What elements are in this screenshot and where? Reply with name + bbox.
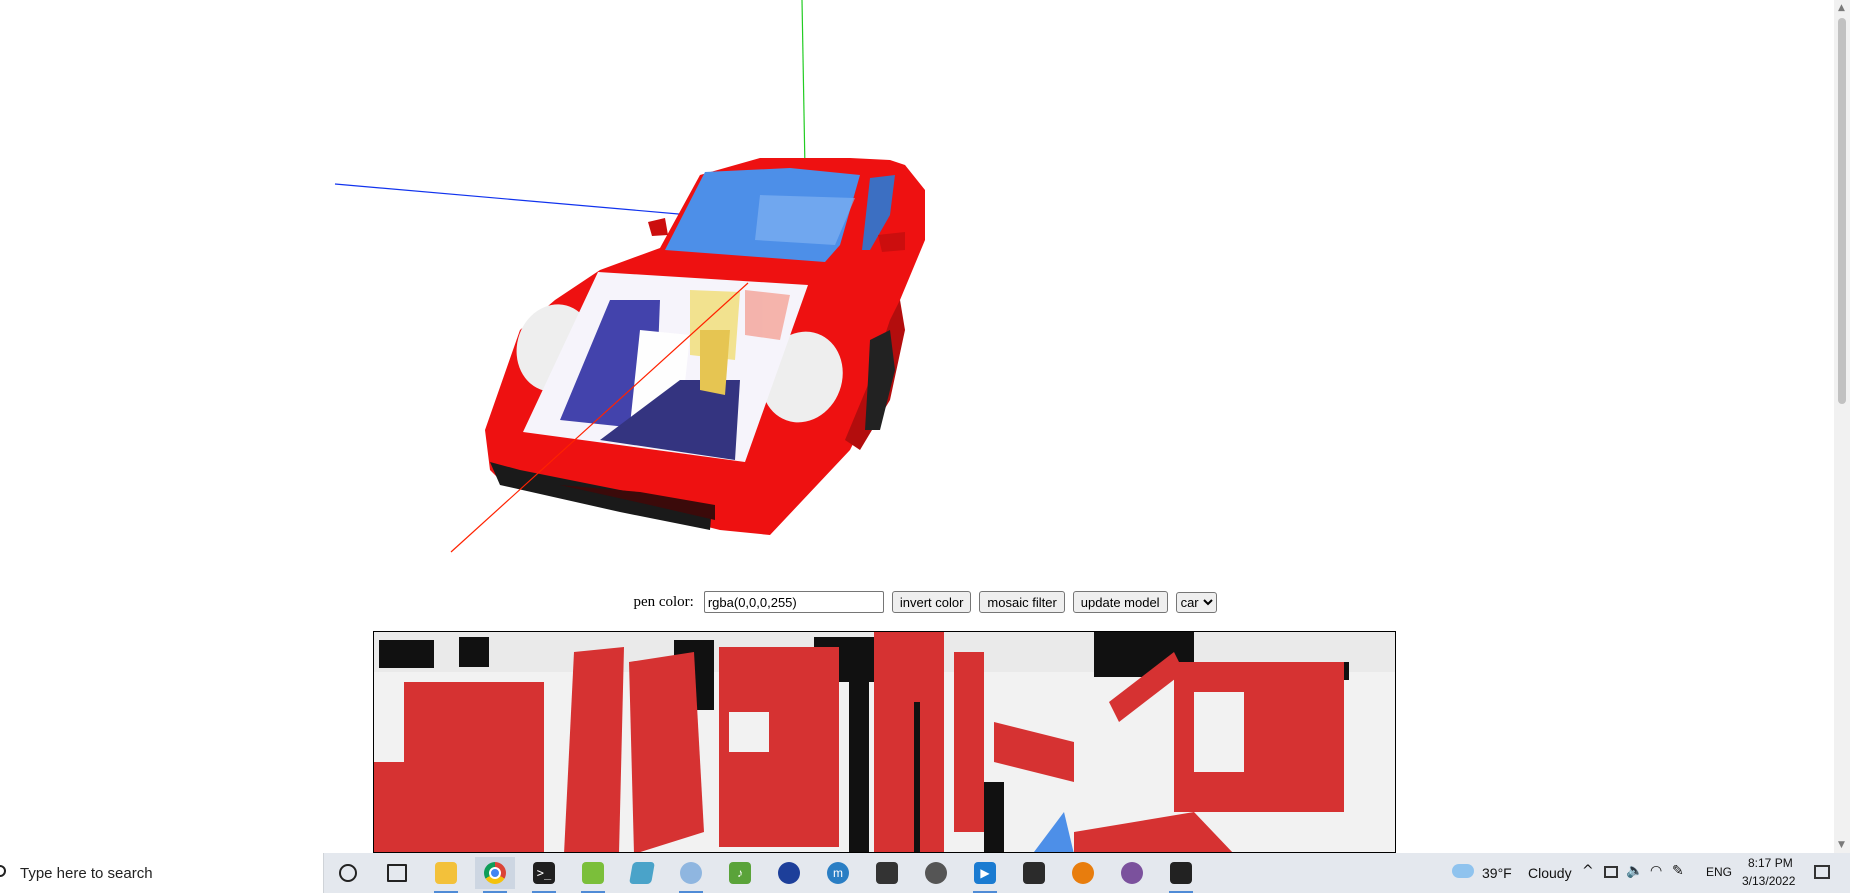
scrollbar-thumb[interactable] — [1838, 18, 1846, 404]
pen-color-label: pen color: — [633, 593, 694, 610]
console-icon[interactable] — [1014, 857, 1054, 889]
viber-icon[interactable] — [1112, 857, 1152, 889]
tex-patch — [564, 647, 624, 852]
camera-icon[interactable] — [867, 857, 907, 889]
car-model — [485, 158, 925, 535]
weather-temp[interactable]: 39°F — [1482, 865, 1512, 881]
search-icon — [0, 865, 6, 877]
axis-y-line — [801, 0, 806, 171]
cloud-icon[interactable] — [1452, 864, 1474, 878]
tex-patch — [984, 782, 1004, 852]
texture-canvas[interactable] — [373, 631, 1396, 853]
car-mirror-right — [878, 232, 905, 252]
mosaic-filter-button[interactable]: mosaic filter — [979, 591, 1065, 613]
task-view-icon[interactable] — [377, 857, 417, 889]
axis-z-line — [334, 183, 691, 216]
pen-color-input[interactable] — [703, 591, 884, 613]
language-indicator[interactable]: ENG — [1706, 865, 1732, 879]
tex-patch — [1194, 692, 1244, 772]
tex-patch — [874, 632, 944, 852]
car-mirror-left — [648, 218, 668, 236]
model-select[interactable]: car — [1175, 591, 1217, 613]
system-tray: 39°F Cloudy ^ 🔈 ◠ ✎ ENG 8:17 PM 3/13/202… — [1440, 853, 1850, 893]
notes-icon[interactable] — [622, 857, 662, 889]
notepad-plus-icon[interactable] — [573, 857, 613, 893]
music-icon[interactable]: ♪ — [720, 857, 760, 889]
unity-icon[interactable] — [1161, 857, 1201, 893]
volume-icon[interactable]: 🔈 — [1626, 863, 1643, 879]
meet-now-icon[interactable] — [1604, 866, 1618, 878]
taskbar: Type here to search >_ ♪ m ▶ 39°F Cloudy… — [0, 853, 1850, 893]
tex-patch — [729, 712, 769, 752]
paint-icon[interactable] — [671, 857, 711, 893]
musescore-icon[interactable]: m — [818, 857, 858, 889]
page-scrollbar[interactable]: ▲ ▼ — [1834, 0, 1850, 853]
pen-icon[interactable]: ✎ — [1672, 863, 1684, 879]
terminal-icon[interactable]: >_ — [524, 857, 564, 893]
tex-patch — [379, 640, 434, 668]
texture-svg — [374, 632, 1395, 852]
clock-date[interactable]: 3/13/2022 — [1742, 874, 1795, 888]
cortana-icon[interactable] — [328, 857, 368, 889]
tex-patch — [849, 637, 869, 852]
search-placeholder: Type here to search — [20, 864, 153, 882]
photos-icon[interactable]: ▶ — [965, 857, 1005, 893]
scroll-up-icon[interactable]: ▲ — [1838, 3, 1845, 13]
clock-time[interactable]: 8:17 PM — [1748, 856, 1793, 870]
update-model-button[interactable]: update model — [1072, 591, 1168, 613]
vpn-icon[interactable] — [769, 857, 809, 889]
chevron-up-icon[interactable]: ^ — [1582, 863, 1594, 879]
file-explorer-icon[interactable] — [426, 857, 466, 893]
blender-icon[interactable] — [1063, 857, 1103, 889]
tex-patch — [459, 637, 489, 667]
tex-patch — [954, 652, 984, 832]
network-icon[interactable]: ◠ — [1650, 863, 1662, 879]
toolbar: pen color: invert color mosaic filter up… — [0, 590, 1850, 614]
tex-patch — [374, 762, 474, 852]
invert-color-button[interactable]: invert color — [891, 591, 972, 613]
taskbar-search[interactable]: Type here to search — [0, 853, 324, 893]
weather-desc[interactable]: Cloudy — [1528, 865, 1572, 881]
notifications-icon[interactable] — [1814, 865, 1830, 879]
3d-viewport[interactable] — [0, 0, 1850, 585]
media-player-icon[interactable] — [916, 857, 956, 889]
tex-patch — [914, 702, 920, 852]
tex-patch — [629, 652, 704, 852]
scene-svg — [334, 0, 925, 553]
chrome-icon[interactable] — [475, 857, 515, 893]
scroll-down-icon[interactable]: ▼ — [1838, 840, 1845, 850]
